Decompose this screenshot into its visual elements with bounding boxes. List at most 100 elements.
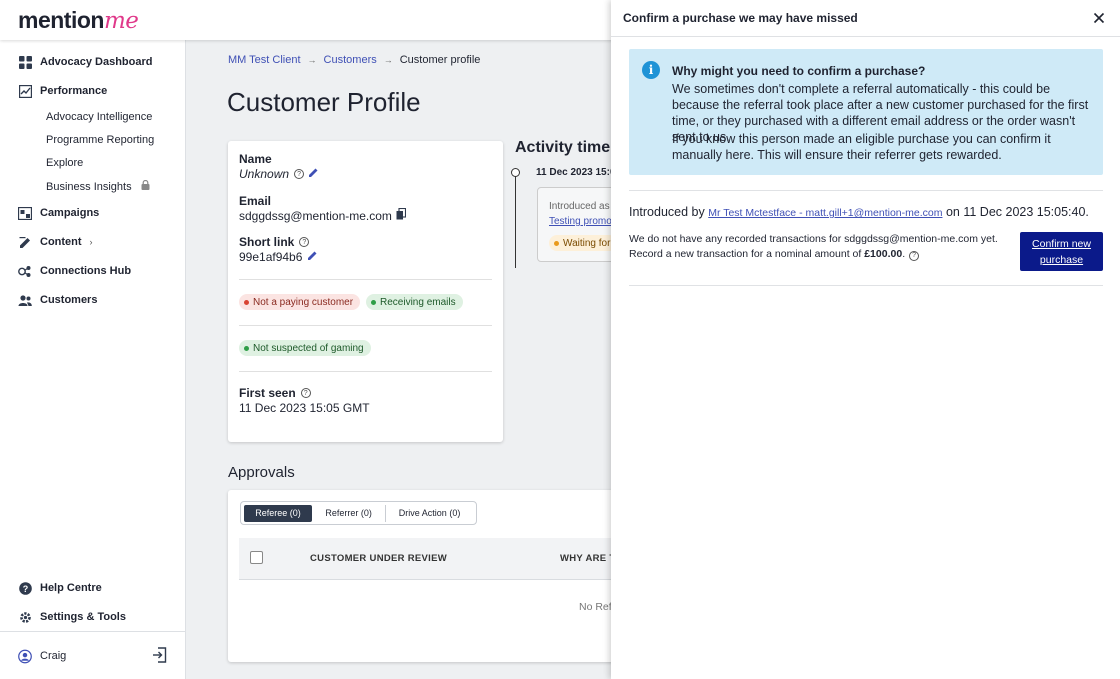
email-row: sdggdssg@mention-me.com bbox=[239, 207, 406, 223]
nominal-amount: £100.00 bbox=[864, 248, 903, 260]
status-dot bbox=[244, 345, 249, 351]
sidebar-item-settings-tools[interactable]: Settings & Tools bbox=[18, 606, 126, 628]
sidebar-item-customers[interactable]: Customers bbox=[18, 289, 97, 311]
badge-text: Waiting for bbox=[563, 237, 611, 249]
user-avatar-icon bbox=[18, 649, 32, 663]
panel-title: Confirm a purchase we may have missed bbox=[623, 11, 858, 25]
divider bbox=[239, 279, 492, 280]
sidebar-item-campaigns[interactable]: Campaigns bbox=[18, 202, 99, 224]
confirm-purchase-panel: Confirm a purchase we may have missed i … bbox=[611, 0, 1120, 679]
logo-part-1: mention bbox=[18, 7, 104, 33]
logo-part-2: me bbox=[103, 8, 139, 34]
panel-header: Confirm a purchase we may have missed bbox=[611, 0, 1120, 37]
sidebar-subitem-label: Business Insights bbox=[46, 181, 132, 193]
divider bbox=[629, 190, 1103, 191]
sidebar-item-content[interactable]: Content › bbox=[18, 231, 93, 253]
sidebar-item-label: Performance bbox=[40, 85, 108, 97]
record-transaction-text: We do not have any recorded transactions… bbox=[629, 232, 1021, 262]
sidebar-subitem-explore[interactable]: Explore bbox=[46, 157, 83, 169]
timeline-promo-link[interactable]: Testing promo bbox=[549, 216, 612, 227]
tab-referrer[interactable]: Referrer (0) bbox=[312, 505, 385, 522]
sidebar-item-label: Advocacy Dashboard bbox=[40, 56, 153, 68]
breadcrumb-customers-link[interactable]: Customers bbox=[324, 54, 377, 66]
sidebar-subitem-programme-reporting[interactable]: Programme Reporting bbox=[46, 134, 154, 146]
sidebar: Advocacy Dashboard Performance Advocacy … bbox=[0, 40, 186, 679]
sidebar-item-label: Campaigns bbox=[40, 207, 100, 219]
help-icon: ? bbox=[18, 581, 32, 595]
name-label: Name bbox=[239, 152, 272, 166]
timeline-line bbox=[515, 172, 516, 268]
tab-referee[interactable]: Referee (0) bbox=[244, 504, 313, 522]
status-dot bbox=[371, 299, 376, 305]
approvals-card: Referee (0) Referrer (0) Drive Action (0… bbox=[228, 490, 619, 662]
name-row: Unknown ? bbox=[239, 167, 319, 181]
tab-drive-action[interactable]: Drive Action (0) bbox=[386, 505, 473, 522]
intro-suffix: on 11 Dec 2023 15:05:40. bbox=[945, 205, 1089, 219]
first-seen-label: First seen bbox=[239, 386, 296, 400]
copy-icon[interactable] bbox=[396, 207, 406, 223]
info-paragraph-2: If you know this person made an eligible… bbox=[672, 132, 1051, 162]
status-badge-paying: Not a paying customer bbox=[239, 294, 361, 310]
pencil-icon[interactable] bbox=[307, 250, 318, 264]
approvals-table-header: CUSTOMER UNDER REVIEW WHY ARE T bbox=[239, 538, 619, 580]
connections-icon bbox=[18, 264, 32, 278]
info-box: i Why might you need to confirm a purcha… bbox=[629, 49, 1103, 175]
divider bbox=[239, 325, 492, 326]
page-title: Customer Profile bbox=[227, 87, 421, 117]
column-header-why[interactable]: WHY ARE T bbox=[560, 553, 615, 564]
divider bbox=[239, 371, 492, 372]
breadcrumb-client-link[interactable]: MM Test Client bbox=[228, 54, 301, 66]
sidebar-item-label: Customers bbox=[40, 294, 98, 306]
badge-text: Not suspected of gaming bbox=[253, 342, 364, 354]
sidebar-item-help-centre[interactable]: ? Help Centre bbox=[18, 577, 102, 599]
sidebar-item-label: Content bbox=[40, 236, 82, 248]
badge-text: Not a paying customer bbox=[253, 296, 354, 308]
email-value: sdggdssg@mention-me.com bbox=[239, 208, 392, 223]
lock-icon bbox=[141, 179, 150, 193]
info-heading: Why might you need to confirm a purchase… bbox=[672, 64, 926, 78]
short-link-value: 99e1af94b6 bbox=[239, 250, 303, 264]
status-badge-emails: Receiving emails bbox=[366, 294, 463, 310]
introduced-by-line: Introduced by Mr Test Mctestface - matt.… bbox=[629, 205, 1089, 219]
arrow-right-icon: → bbox=[383, 55, 393, 65]
info-icon: i bbox=[642, 61, 660, 79]
sidebar-subitem-business-insights[interactable]: Business Insights bbox=[46, 179, 150, 193]
short-link-row: Short link ? bbox=[239, 235, 310, 249]
help-icon[interactable]: ? bbox=[294, 169, 305, 179]
svg-text:?: ? bbox=[22, 584, 28, 594]
gear-icon bbox=[18, 610, 32, 624]
intro-prefix: Introduced by bbox=[629, 205, 705, 219]
select-all-checkbox[interactable] bbox=[250, 551, 263, 564]
user-menu[interactable]: Craig bbox=[18, 645, 66, 667]
breadcrumb-current: Customer profile bbox=[399, 54, 481, 66]
divider bbox=[629, 285, 1103, 286]
sidebar-item-performance[interactable]: Performance bbox=[18, 80, 107, 102]
chart-icon bbox=[18, 84, 32, 98]
column-header-customer[interactable]: CUSTOMER UNDER REVIEW bbox=[310, 553, 447, 564]
logout-icon[interactable] bbox=[152, 647, 167, 668]
sidebar-item-advocacy-dashboard[interactable]: Advocacy Dashboard bbox=[18, 51, 152, 73]
badge-text: Receiving emails bbox=[380, 296, 456, 308]
sidebar-item-connections-hub[interactable]: Connections Hub bbox=[18, 260, 131, 282]
confirm-new-purchase-button[interactable]: Confirm new purchase bbox=[1020, 232, 1103, 271]
timeline-date: 11 Dec 2023 15:05 bbox=[536, 167, 622, 178]
close-icon[interactable] bbox=[1092, 11, 1106, 25]
sidebar-subitem-advocacy-intelligence[interactable]: Advocacy Intelligence bbox=[46, 111, 152, 123]
user-name: Craig bbox=[40, 650, 67, 662]
short-link-label: Short link bbox=[239, 235, 295, 249]
referrer-link[interactable]: Mr Test Mctestface - matt.gill+1@mention… bbox=[708, 207, 942, 219]
chevron-right-icon: › bbox=[89, 237, 93, 247]
status-badge-gaming: Not suspected of gaming bbox=[239, 340, 371, 356]
pencil-icon[interactable] bbox=[308, 167, 319, 181]
campaigns-icon bbox=[18, 206, 32, 220]
status-badge-waiting: Waiting for bbox=[549, 235, 618, 251]
customer-profile-card: Name Unknown ? Email sdggdssg@mention-me… bbox=[228, 141, 503, 442]
help-icon[interactable]: ? bbox=[909, 250, 920, 261]
breadcrumb: MM Test Client → Customers → Customer pr… bbox=[228, 54, 480, 66]
mention-me-logo[interactable]: mentionme bbox=[18, 7, 139, 34]
help-icon[interactable]: ? bbox=[299, 237, 310, 247]
dashboard-icon bbox=[18, 55, 32, 69]
sidebar-item-label: Help Centre bbox=[40, 582, 102, 594]
help-icon[interactable]: ? bbox=[300, 388, 311, 398]
approvals-title: Approvals bbox=[228, 464, 295, 481]
